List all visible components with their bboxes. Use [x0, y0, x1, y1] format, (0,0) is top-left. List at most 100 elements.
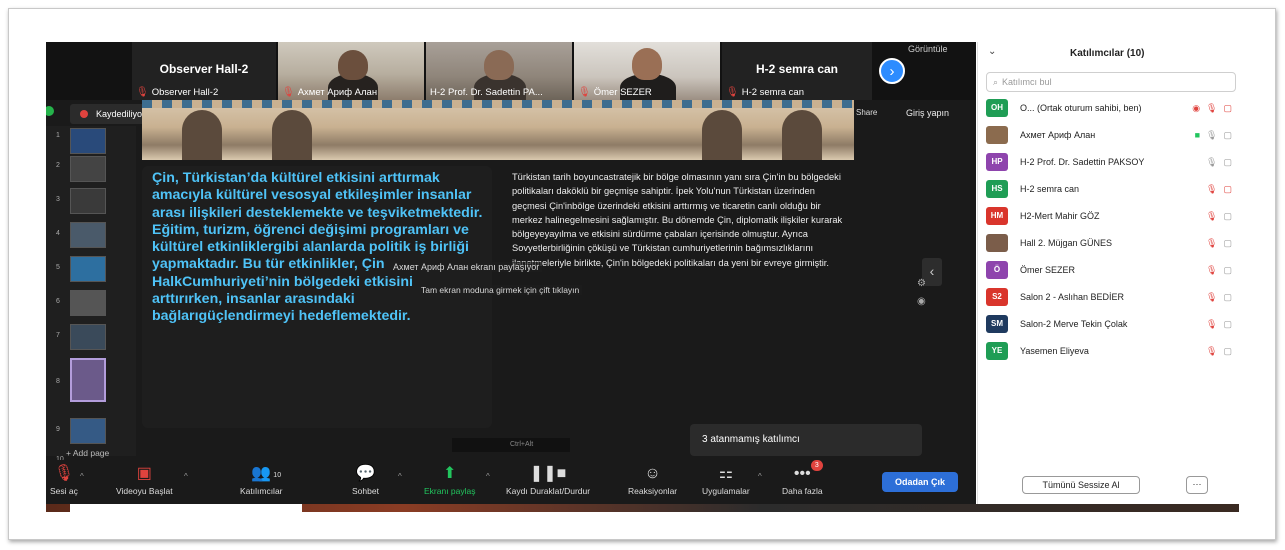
mic-off-icon[interactable]: 🎙 [1206, 211, 1217, 222]
pointer-icon[interactable]: ◉ [917, 296, 926, 307]
participant-row[interactable]: Ö Ömer SEZER 🎙 ▢ [986, 260, 1240, 280]
slide-thumbnail[interactable] [70, 256, 106, 282]
video-tile-semra[interactable]: H-2 semra can 🎙 H-2 semra can [722, 42, 872, 100]
participant-row[interactable]: Hall 2. Müjgan GÜNES 🎙 ▢ [986, 233, 1240, 253]
mic-off-icon[interactable]: 🎙 [1206, 184, 1217, 195]
share-screen-button[interactable]: ⬆ Ekranı paylaş [424, 462, 476, 504]
caret-up-icon[interactable]: ^ [80, 472, 84, 481]
screen-share-notice: Ахмет Ариф Алан ekranı paylaşıyor [390, 262, 543, 272]
thumb-number: 8 [56, 378, 60, 385]
video-tile-omer[interactable]: 🎙 Ömer SEZER [574, 42, 720, 100]
search-placeholder: Katılımcı bul [1002, 77, 1052, 87]
record-dot-icon [80, 110, 88, 118]
mic-off-icon[interactable]: 🎙 [1206, 265, 1217, 276]
video-tile-ahmet[interactable]: 🎙 Ахмет Ариф Алан [278, 42, 424, 100]
video-icon[interactable]: ▢ [1223, 130, 1232, 141]
more-badge: 3 [810, 460, 823, 471]
slide-thumbnail[interactable] [70, 290, 106, 316]
tile-label-text: Observer Hall-2 [151, 87, 219, 98]
video-tile-observer[interactable]: Observer Hall-2 🎙 Observer Hall-2 [132, 42, 276, 100]
leave-room-button[interactable]: Odadan Çık [882, 472, 958, 492]
avatar [986, 234, 1008, 252]
participant-search-input[interactable]: ⌕ Katılımcı bul [986, 72, 1236, 92]
video-icon[interactable]: ▢ [1223, 319, 1232, 330]
reactions-button[interactable]: ☺ Reaksiyonlar [628, 462, 677, 504]
chevron-down-icon[interactable]: ⌄ [988, 46, 996, 57]
sign-in-link[interactable]: Giriş yapın [906, 108, 949, 118]
video-icon[interactable]: ▢ [1223, 238, 1232, 249]
participant-row[interactable]: S2 Salon 2 - Aslıhan BEDİER 🎙 ▢ [986, 287, 1240, 307]
caret-up-icon[interactable]: ^ [758, 472, 762, 481]
caret-up-icon[interactable]: ^ [486, 472, 490, 481]
slide-thumbnail[interactable] [70, 128, 106, 154]
chat-button[interactable]: 💬 Sohbet [352, 462, 379, 504]
mic-off-icon[interactable]: 🎙 [1206, 292, 1217, 303]
slide-thumbnail-selected[interactable] [70, 358, 106, 402]
video-off-icon[interactable]: ▢ [1223, 103, 1232, 114]
participant-row[interactable]: HS H-2 semra can 🎙 ▢ [986, 179, 1240, 199]
participant-row[interactable]: HP H-2 Prof. Dr. Sadettin PAKSOY 🎙 ▢ [986, 152, 1240, 172]
video-off-icon[interactable]: ▢ [1223, 184, 1232, 195]
participant-row[interactable]: OH O... (Ortak oturum sahibi, ben) ◉ 🎙 ▢ [986, 98, 1240, 118]
mic-icon[interactable]: 🎙 [1206, 130, 1217, 141]
avatar: HP [986, 153, 1008, 171]
thumb-number: 9 [56, 426, 60, 433]
share-label[interactable]: Share [856, 108, 877, 117]
slide-thumbnail[interactable] [70, 418, 106, 444]
video-icon[interactable]: ▢ [1223, 292, 1232, 303]
tile-label: 🎙 Ömer SEZER [578, 87, 652, 98]
slide-thumbnail[interactable] [70, 324, 106, 350]
mic-off-icon[interactable]: 🎙 [1206, 238, 1217, 249]
toolbar-label: Ekranı paylaş [424, 486, 476, 496]
unmute-button[interactable]: 🎙 Sesi aç [50, 462, 78, 504]
caret-up-icon[interactable]: ^ [398, 472, 402, 481]
toolbar-label: Reaksiyonlar [628, 486, 678, 496]
next-page-button[interactable]: › [879, 58, 905, 84]
more-button[interactable]: ••• 3 Daha fazla [782, 460, 823, 504]
video-icon[interactable]: ▢ [1223, 157, 1232, 168]
mic-off-icon[interactable]: 🎙 [1206, 346, 1217, 357]
slide-thumbnail[interactable] [70, 222, 106, 248]
video-icon[interactable]: ▢ [1223, 265, 1232, 276]
tile-label: 🎙 H-2 semra can [726, 87, 804, 98]
toolbar-label: Uygulamalar [702, 486, 750, 496]
apps-button[interactable]: ⚏ Uygulamalar [702, 462, 750, 504]
video-tile-sadettin[interactable]: H-2 Prof. Dr. Sadettin PA... [426, 42, 572, 100]
start-video-button[interactable]: ▣ Videoyu Başlat [116, 462, 173, 504]
participant-name: Salon-2 Merve Tekin Çolak [1020, 319, 1128, 329]
panel-more-button[interactable]: ··· [1186, 476, 1208, 494]
participant-row[interactable]: SM Salon-2 Merve Tekin Çolak 🎙 ▢ [986, 314, 1240, 334]
participant-name: Yasemen Eliyeva [1020, 346, 1089, 356]
slide-thumbnail[interactable] [70, 188, 106, 214]
pause-stop-icon: ❚❚■ [529, 465, 567, 482]
participants-button[interactable]: 👥 10 Katılımcılar [240, 462, 283, 504]
slide-thumbnails: 1 2 3 4 5 6 7 8 9 10 [46, 126, 136, 463]
mute-all-button[interactable]: Tümünü Sessize Al [1022, 476, 1140, 494]
tile-label-text: H-2 Prof. Dr. Sadettin PA... [430, 87, 543, 98]
mic-off-icon[interactable]: 🎙 [1206, 103, 1217, 114]
view-button[interactable]: Görüntüle [908, 44, 948, 54]
tile-name: Observer Hall-2 [159, 62, 249, 76]
mic-off-icon[interactable]: 🎙 [1206, 319, 1217, 330]
settings-icon[interactable]: ⚙ [917, 278, 926, 289]
video-icon[interactable]: ▢ [1223, 211, 1232, 222]
thumb-number: 3 [56, 196, 60, 203]
participant-row[interactable]: HM H2-Mert Mahir GÖZ 🎙 ▢ [986, 206, 1240, 226]
toolbar-label: Sohbet [352, 486, 379, 496]
participant-name: H2-Mert Mahir GÖZ [1020, 211, 1100, 221]
video-icon[interactable]: ▢ [1223, 346, 1232, 357]
participant-row[interactable]: Ахмет Ариф Алан ■ 🎙 ▢ [986, 125, 1240, 145]
unassigned-participants-tooltip: 3 atanmamış katılımcı [690, 424, 922, 456]
add-page-button[interactable]: + Add page [66, 448, 109, 458]
caret-up-icon[interactable]: ^ [184, 472, 188, 481]
slide-left-box: Çin, Türkistan’da kültürel etkisini artt… [142, 166, 492, 428]
participants-panel: ⌄ Katılımcılar (10) ⌕ Katılımcı bul OH O… [977, 42, 1239, 504]
participant-name: Hall 2. Müjgan GÜNES [1020, 238, 1113, 248]
slide-thumbnail[interactable] [70, 156, 106, 182]
thumb-number: 2 [56, 162, 60, 169]
participant-name: Ахмет Ариф Алан [1020, 130, 1096, 140]
pause-stop-recording-button[interactable]: ❚❚■ Kaydı Duraklat/Durdur [506, 462, 590, 504]
status-dot [46, 106, 54, 116]
mic-icon[interactable]: 🎙 [1206, 157, 1217, 168]
participant-row[interactable]: YE Yasemen Eliyeva 🎙 ▢ [986, 341, 1240, 361]
